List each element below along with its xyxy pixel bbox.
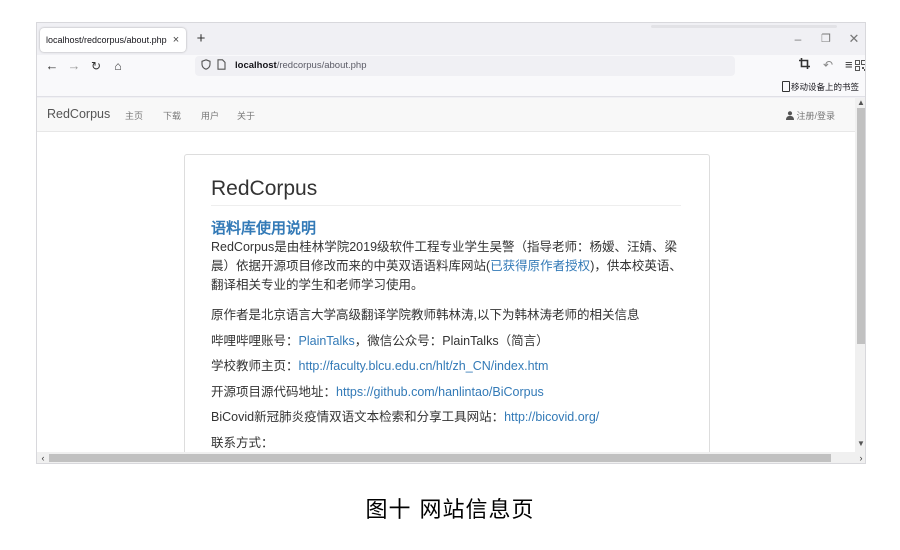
address-bar[interactable]: localhost/redcorpus/about.php ☆ <box>195 56 865 76</box>
browser-tab[interactable]: localhost/redcorpus/about.php × <box>40 28 186 52</box>
close-window-button[interactable]: ✕ <box>845 30 863 48</box>
site-navbar: RedCorpus 主页 下载 用户 关于 注册/登录 <box>37 98 855 132</box>
nav-link-user[interactable]: 用户 <box>201 109 219 122</box>
nav-link-home[interactable]: 主页 <box>125 109 143 122</box>
restore-button[interactable]: ❐ <box>817 30 835 48</box>
nav-link-download[interactable]: 下载 <box>163 109 181 122</box>
scroll-left-icon[interactable]: ‹ <box>37 452 49 463</box>
teacher-homepage-link[interactable]: http://faculty.blcu.edu.cn/hlt/zh_CN/ind… <box>299 359 549 373</box>
menu-icon[interactable]: ≡ <box>845 57 853 72</box>
bilibili-paragraph: 哔哩哔哩账号：PlainTalks，微信公众号：PlainTalks（简言） <box>211 332 687 351</box>
scroll-up-icon[interactable]: ▲ <box>855 98 865 108</box>
mobile-bookmarks-link[interactable]: 移动设备上的书签 <box>781 80 859 94</box>
browser-window: localhost/redcorpus/about.php × + – ❐ ✕ … <box>36 22 866 464</box>
vertical-scrollbar[interactable]: ▲ ▼ <box>855 98 865 452</box>
title-divider <box>211 205 681 206</box>
horizontal-scrollbar[interactable]: ‹ › <box>37 452 865 463</box>
bicovid-paragraph: BiCovid新冠肺炎疫情双语文本检索和分享工具网站：http://bicovi… <box>211 408 687 427</box>
url-path: /redcorpus/about.php <box>276 60 367 71</box>
home-button[interactable]: ⌂ <box>109 57 127 75</box>
minimize-button[interactable]: – <box>789 30 807 48</box>
intro-paragraph: RedCorpus是由桂林学院2019级软件工程专业学生吴警（指导老师：杨嫒、汪… <box>211 238 687 295</box>
mobile-bookmarks-label: 移动设备上的书签 <box>790 82 859 92</box>
login-link[interactable]: 注册/登录 <box>785 109 835 122</box>
reload-button[interactable]: ↻ <box>87 57 105 75</box>
tab-title: localhost/redcorpus/about.php <box>46 35 167 45</box>
bicovid-link[interactable]: http://bicovid.org/ <box>504 410 599 424</box>
about-panel: RedCorpus 语料库使用说明 RedCorpus是由桂林学院2019级软件… <box>184 154 710 463</box>
page-title: RedCorpus <box>211 177 318 200</box>
bilibili-label: 哔哩哔哩账号： <box>211 334 299 348</box>
scroll-down-icon[interactable]: ▼ <box>855 438 865 450</box>
url-text[interactable]: localhost/redcorpus/about.php <box>235 56 367 76</box>
back-button[interactable]: ← <box>43 57 61 75</box>
user-icon <box>785 111 794 120</box>
contact-heading: 联系方式： <box>211 436 274 450</box>
crop-icon[interactable] <box>799 58 810 72</box>
tab-strip: localhost/redcorpus/about.php × + – ❐ ✕ <box>37 23 865 55</box>
wechat-text: ，微信公众号：PlainTalks（简言） <box>354 334 549 348</box>
qr-code-icon[interactable] <box>855 58 865 78</box>
new-tab-button[interactable]: + <box>191 29 211 49</box>
section-heading: 语料库使用说明 <box>211 220 317 237</box>
url-host: localhost <box>235 60 277 71</box>
authorization-link[interactable]: 已获得原作者授权 <box>490 259 590 273</box>
bilibili-link[interactable]: PlainTalks <box>299 334 355 348</box>
tab-close-icon[interactable]: × <box>170 28 182 52</box>
shield-icon[interactable] <box>201 56 211 76</box>
nav-link-about[interactable]: 关于 <box>237 109 255 122</box>
login-label: 注册/登录 <box>796 111 835 121</box>
navigation-toolbar: ← → ↻ ⌂ localhost/redcorpus/about.php ☆ … <box>37 55 865 77</box>
undo-icon[interactable]: ↶ <box>823 58 833 72</box>
vertical-scroll-thumb[interactable] <box>857 108 865 344</box>
repo-paragraph: 开源项目源代码地址：https://github.com/hanlintao/B… <box>211 383 687 402</box>
forward-button[interactable]: → <box>65 57 83 75</box>
figure-caption: 图十 网站信息页 <box>365 498 535 523</box>
tab-strip-spacer <box>651 25 837 28</box>
author-paragraph: 原作者是北京语言大学高级翻译学院教师韩林涛,以下为韩林涛老师的相关信息 <box>211 308 640 322</box>
mobile-device-icon <box>781 81 790 92</box>
horizontal-scroll-thumb[interactable] <box>49 454 831 462</box>
page-icon[interactable] <box>217 56 226 76</box>
teacher-homepage-label: 学校教师主页： <box>211 359 299 373</box>
page-viewport: RedCorpus 主页 下载 用户 关于 注册/登录 RedCorpus 语料… <box>37 98 865 463</box>
bicovid-label: BiCovid新冠肺炎疫情双语文本检索和分享工具网站： <box>211 410 505 424</box>
teacher-homepage-paragraph: 学校教师主页：http://faculty.blcu.edu.cn/hlt/zh… <box>211 357 687 376</box>
scroll-right-icon[interactable]: › <box>855 452 865 463</box>
site-brand[interactable]: RedCorpus <box>47 107 110 121</box>
bookmarks-bar: 移动设备上的书签 <box>37 77 865 97</box>
repo-label: 开源项目源代码地址： <box>211 385 337 399</box>
repo-link[interactable]: https://github.com/hanlintao/BiCorpus <box>336 385 544 399</box>
